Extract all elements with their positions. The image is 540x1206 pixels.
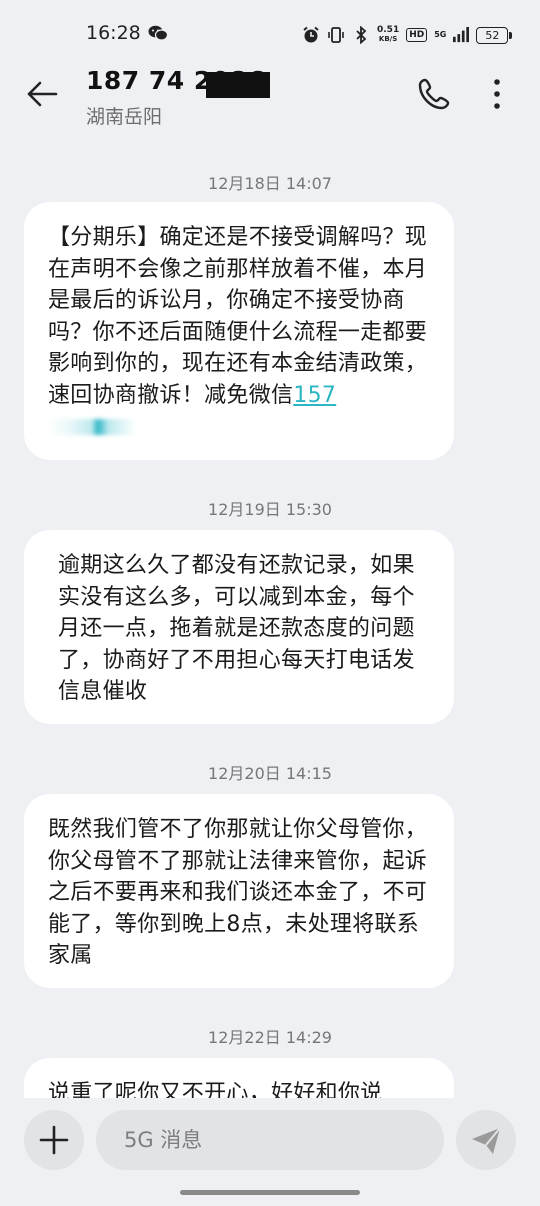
message-timestamp: 12月19日 15:30 (208, 500, 332, 519)
message-bubble[interactable]: 【分期乐】确定还是不接受调解吗？现在声明不会像之前那样放着不催，本月是最后的诉讼… (24, 202, 454, 460)
home-indicator[interactable] (180, 1190, 360, 1195)
wechat-icon (148, 25, 168, 41)
more-options-icon[interactable] (486, 76, 508, 112)
redacted-link-blur (48, 419, 158, 435)
message-text: 【分期乐】确定还是不接受调解吗？现在声明不会像之前那样放着不催，本月是最后的诉讼… (48, 225, 428, 408)
composer-bar: 5G 消息 (0, 1098, 540, 1206)
message-text: 逾期这么久了都没有还款记录，如果实没有这么多，可以减到本金，每个月还一点，拖着就… (58, 553, 415, 704)
status-icons: 0.51 KB/S HD 5G 52 (302, 22, 513, 48)
add-attachment-button[interactable] (24, 1110, 84, 1170)
message-text: 既然我们管不了你那就让你父母管你，你父母管不了那就让法律来管你，起诉之后不要再来… (48, 817, 428, 968)
send-button[interactable] (456, 1110, 516, 1170)
redaction-bar (206, 72, 270, 98)
message-timestamp: 12月18日 14:07 (208, 174, 332, 193)
network-type: 5G (434, 30, 447, 39)
message-input[interactable]: 5G 消息 (96, 1110, 444, 1170)
vibrate-icon (328, 27, 344, 43)
bluetooth-icon (356, 26, 367, 44)
net-speed-value: 0.51 (377, 25, 400, 35)
contact-location: 湖南岳阳 (86, 106, 163, 128)
plus-icon (39, 1125, 69, 1155)
back-arrow-icon[interactable] (24, 76, 60, 112)
hd-badge: HD (406, 28, 428, 42)
net-speed-unit: KB/S (378, 35, 398, 43)
message-timestamp: 12月22日 14:29 (208, 1028, 332, 1047)
status-time: 16:28 (86, 22, 141, 44)
net-speed: 0.51 KB/S (377, 26, 399, 44)
status-bar: 16:28 0.51 KB/S HD 5G 52 (0, 0, 540, 66)
phone-call-icon[interactable] (416, 76, 452, 112)
message-timestamp: 12月20日 14:15 (208, 764, 332, 783)
alarm-icon (303, 26, 319, 43)
signal-icon (453, 27, 470, 43)
battery-indicator: 52 (476, 26, 513, 44)
conversation-header: 187 74 2086 湖南岳阳 (0, 62, 540, 134)
message-bubble[interactable]: 逾期这么久了都没有还款记录，如果实没有这么多，可以减到本金，每个月还一点，拖着就… (24, 530, 454, 724)
message-bubble[interactable]: 既然我们管不了你那就让你父母管你，你父母管不了那就让法律来管你，起诉之后不要再来… (24, 794, 454, 988)
send-icon (472, 1127, 501, 1154)
message-link[interactable]: 157 (293, 383, 336, 408)
